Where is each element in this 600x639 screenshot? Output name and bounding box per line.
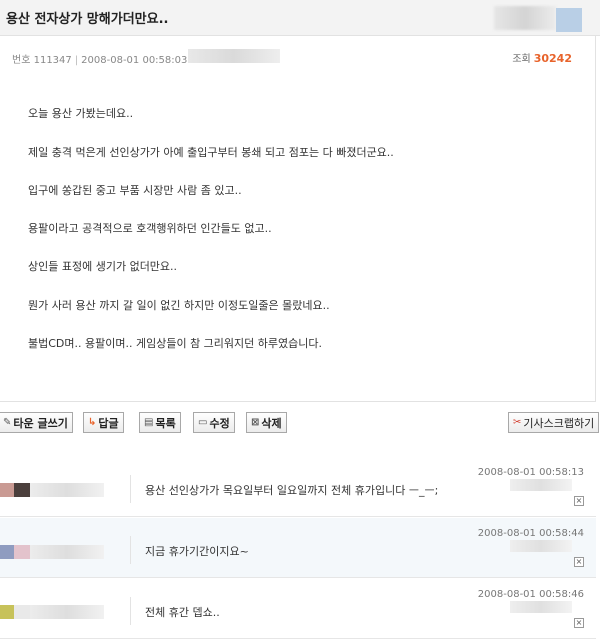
delete-x-icon: × bbox=[575, 618, 583, 627]
post-meta-left: 번호 111347 | 2008-08-01 00:58:03 bbox=[12, 51, 187, 66]
comment-date: 2008-08-01 00:58:44 bbox=[477, 528, 584, 539]
comment-delete-button[interactable]: × bbox=[574, 496, 584, 506]
blurred-user-badge bbox=[556, 8, 582, 32]
list-button-label: 목록 bbox=[155, 416, 176, 430]
delete-x-icon: × bbox=[575, 557, 583, 566]
post-meta: 번호 111347 | 2008-08-01 00:58:03 조회 30242 bbox=[0, 45, 596, 67]
post-date: 2008-08-01 00:58:03 bbox=[81, 55, 188, 66]
comment-text: 용산 선인상가가 목요일부터 일요일까지 전체 휴가입니다 ㅡ_ㅡ; bbox=[145, 484, 439, 497]
post-body-line: 용팔이라고 공격적으로 호객행위하던 인간들도 없고.. bbox=[28, 222, 272, 235]
reply-button-label: 답글 bbox=[98, 416, 119, 430]
avatar bbox=[0, 545, 14, 559]
post-number-label: 번호 bbox=[12, 55, 31, 66]
blurred-author bbox=[188, 49, 280, 63]
write-button-label: 타운 글쓰기 bbox=[13, 416, 68, 430]
comment-divider bbox=[130, 597, 131, 625]
scrap-button[interactable]: ✂ 기사스크랩하기 bbox=[508, 412, 600, 433]
list-icon: ▤ bbox=[144, 417, 154, 428]
comment-item: 전체 휴간 뎁쇼.. 2008-08-01 00:58:46 × bbox=[0, 579, 596, 639]
reply-arrow-icon: ↳ bbox=[88, 417, 97, 428]
blurred-commenter bbox=[30, 545, 104, 559]
blurred-ip bbox=[510, 540, 572, 552]
avatar bbox=[0, 605, 14, 619]
list-button[interactable]: ▤ 목록 bbox=[139, 412, 181, 433]
comment-text: 전체 휴간 뎁쇼.. bbox=[145, 606, 220, 619]
comment-date: 2008-08-01 00:58:46 bbox=[477, 589, 584, 600]
scissors-icon: ✂ bbox=[513, 417, 522, 428]
post-title: 용산 전자상가 망해가더만요.. bbox=[6, 12, 169, 27]
blurred-ip bbox=[510, 601, 572, 613]
comment-divider bbox=[130, 536, 131, 564]
blurred-ip bbox=[510, 479, 572, 491]
blurred-commenter bbox=[30, 605, 104, 619]
meta-separator: | bbox=[74, 55, 79, 66]
pencil-icon: ✎ bbox=[3, 417, 12, 428]
avatar-detail bbox=[14, 483, 30, 497]
views-count: 30242 bbox=[533, 52, 572, 65]
post-number: 111347 bbox=[33, 55, 72, 66]
edit-icon: ▭ bbox=[198, 417, 208, 428]
edit-button-label: 수정 bbox=[209, 416, 230, 430]
comment-delete-button[interactable]: × bbox=[574, 618, 584, 628]
post-body-line: 오늘 용산 가봤는데요.. bbox=[28, 107, 134, 120]
edit-button[interactable]: ▭ 수정 bbox=[193, 412, 235, 433]
post-views: 조회 30242 bbox=[512, 50, 572, 65]
avatar-detail bbox=[14, 545, 30, 559]
delete-button-label: 삭제 bbox=[261, 416, 282, 430]
post-toolbar: ✎ 타운 글쓰기 ↳ 답글 ▤ 목록 ▭ 수정 ⊠ 삭제 ✂ 기사스크랩하기 bbox=[0, 412, 600, 434]
delete-x-icon: × bbox=[575, 496, 583, 505]
post-body-line: 제일 충격 먹은게 선인상가가 아예 출입구부터 봉쇄 되고 점포는 다 빠졌더… bbox=[28, 146, 394, 159]
post-title-bar: 용산 전자상가 망해가더만요.. bbox=[0, 0, 600, 36]
comment-divider bbox=[130, 475, 131, 503]
views-label: 조회 bbox=[512, 54, 531, 65]
comment-item: 지금 휴가기간이지요~ 2008-08-01 00:58:44 × bbox=[0, 518, 596, 578]
avatar bbox=[0, 483, 14, 497]
reply-button[interactable]: ↳ 답글 bbox=[83, 412, 124, 433]
blurred-user-area bbox=[494, 6, 556, 30]
scrap-button-label: 기사스크랩하기 bbox=[523, 416, 595, 430]
delete-button[interactable]: ⊠ 삭제 bbox=[246, 412, 287, 433]
comment-text: 지금 휴가기간이지요~ bbox=[145, 545, 249, 558]
comment-delete-button[interactable]: × bbox=[574, 557, 584, 567]
avatar-detail bbox=[14, 605, 30, 619]
post-body-line: 불법CD며.. 용팔이며.. 게임상들이 참 그리워지던 하루였습니다. bbox=[28, 337, 322, 350]
post-body-line: 상인들 표정에 생기가 없더만요.. bbox=[28, 260, 178, 273]
comment-date: 2008-08-01 00:58:13 bbox=[477, 467, 584, 478]
delete-x-icon: ⊠ bbox=[251, 417, 260, 428]
post-body-line: 입구에 쏭갑된 중고 부품 시장만 사람 좀 있고.. bbox=[28, 184, 242, 197]
post-body-line: 뭔가 사러 용산 까지 갈 일이 없긴 하지만 이정도일줄은 몰랐네요.. bbox=[28, 299, 330, 312]
comment-item: 용산 선인상가가 목요일부터 일요일까지 전체 휴가입니다 ㅡ_ㅡ; 2008-… bbox=[0, 457, 596, 517]
write-button[interactable]: ✎ 타운 글쓰기 bbox=[0, 412, 73, 433]
blurred-commenter bbox=[30, 483, 104, 497]
